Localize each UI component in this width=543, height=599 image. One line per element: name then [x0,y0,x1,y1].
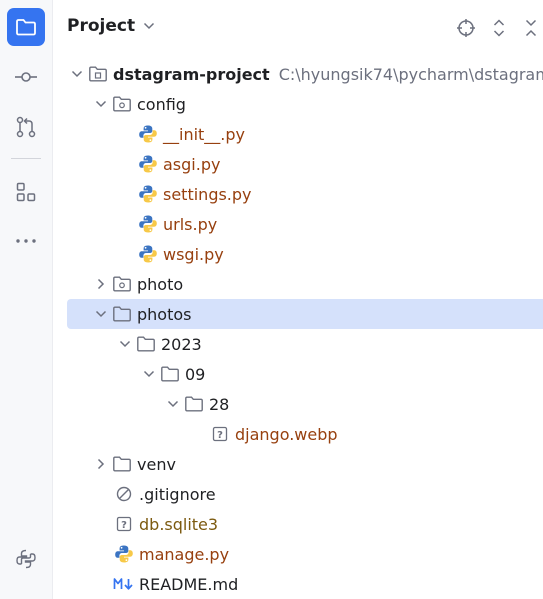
file-name: asgi.py [163,154,221,174]
structure-tool-button[interactable] [7,173,45,211]
folder-name: 28 [209,394,230,414]
python-file-icon [137,123,159,145]
project-root-path: C:\hyungsik74\pycharm\dstagram- [278,64,543,84]
folder-name: venv [137,454,176,474]
svg-text:?: ? [121,520,127,531]
folder-name: 09 [185,364,206,384]
markdown-file-icon [113,573,135,595]
crosshair-icon [457,19,475,37]
module-folder-icon [87,63,109,85]
svg-text:?: ? [217,430,223,441]
package-folder-icon [111,273,133,295]
chevron-down-icon[interactable] [91,94,111,114]
structure-icon [16,182,36,202]
python-file-icon [113,543,135,565]
tree-row-file[interactable]: asgi.py [67,149,543,179]
project-panel-header: Project [52,0,543,56]
folder-name: photo [137,274,184,294]
python-file-icon [137,183,159,205]
tree-row-file[interactable]: ? db.sqlite3 [67,509,543,539]
file-name: django.webp [235,424,338,444]
file-name: README.md [139,574,239,594]
file-name: __init__.py [163,124,246,144]
commit-icon [15,72,37,82]
file-name: manage.py [139,544,230,564]
commit-tool-button[interactable] [7,58,45,96]
chevron-right-icon[interactable] [91,274,111,294]
folder-name: photos [137,304,192,324]
pull-request-icon [16,116,36,138]
chevron-down-icon[interactable] [139,364,159,384]
tree-row-file[interactable]: .gitignore [67,479,543,509]
chevron-right-icon[interactable] [91,454,111,474]
more-tools-button[interactable] [7,222,45,260]
expand-collapse-icon [493,19,505,37]
chevron-down-icon[interactable] [91,304,111,324]
project-tool-button[interactable] [7,8,45,46]
tree-row-file[interactable]: ? django.webp [67,419,543,449]
strip-separator [11,158,41,159]
python-console-icon [16,549,36,569]
tool-window-strip [0,0,53,599]
tree-row-file[interactable]: __init__.py [67,119,543,149]
python-console-tool-button[interactable] [7,540,45,578]
folder-icon [159,363,181,385]
tree-row-venv[interactable]: venv [67,449,543,479]
chevron-down-icon[interactable] [67,64,87,84]
expand-collapse-button[interactable] [487,16,511,40]
more-horizontal-icon [16,239,36,243]
folder-icon [16,19,36,36]
tree-row-day-folder[interactable]: 28 [67,389,543,419]
tree-row-month-folder[interactable]: 09 [67,359,543,389]
chevron-down-icon [144,22,155,30]
tree-row-file[interactable]: README.md [67,569,543,599]
collapse-all-button[interactable] [519,16,543,40]
python-file-icon [137,243,159,265]
unknown-file-icon: ? [209,423,231,445]
tree-row-file[interactable]: wsgi.py [67,239,543,269]
folder-icon [183,393,205,415]
tree-row-project-root[interactable]: dstagram-project C:\hyungsik74\pycharm\d… [67,59,543,89]
panel-title: Project [67,16,136,36]
python-file-icon [137,213,159,235]
folder-icon [111,453,133,475]
package-folder-icon [111,93,133,115]
project-root-name: dstagram-project [113,64,270,84]
file-name: db.sqlite3 [139,514,219,534]
file-name: .gitignore [139,484,216,504]
python-file-icon [137,153,159,175]
select-opened-file-button[interactable] [454,16,478,40]
unknown-file-icon: ? [113,513,135,535]
pull-requests-tool-button[interactable] [7,108,45,146]
tree-row-year-folder[interactable]: 2023 [67,329,543,359]
ignored-file-icon [113,483,135,505]
tree-row-config[interactable]: config [67,89,543,119]
tree-row-file[interactable]: urls.py [67,209,543,239]
chevron-down-icon[interactable] [115,334,135,354]
tree-row-file[interactable]: settings.py [67,179,543,209]
collapse-all-icon [525,19,537,37]
file-name: wsgi.py [163,244,224,264]
file-name: urls.py [163,214,218,234]
folder-icon [135,333,157,355]
folder-icon [111,303,133,325]
project-view-selector[interactable]: Project [67,16,155,36]
tree-row-photos[interactable]: photos [67,299,543,329]
tree-row-file[interactable]: manage.py [67,539,543,569]
folder-name: 2023 [161,334,202,354]
chevron-down-icon[interactable] [163,394,183,414]
tree-row-photo[interactable]: photo [67,269,543,299]
file-name: settings.py [163,184,252,204]
folder-name: config [137,94,186,114]
